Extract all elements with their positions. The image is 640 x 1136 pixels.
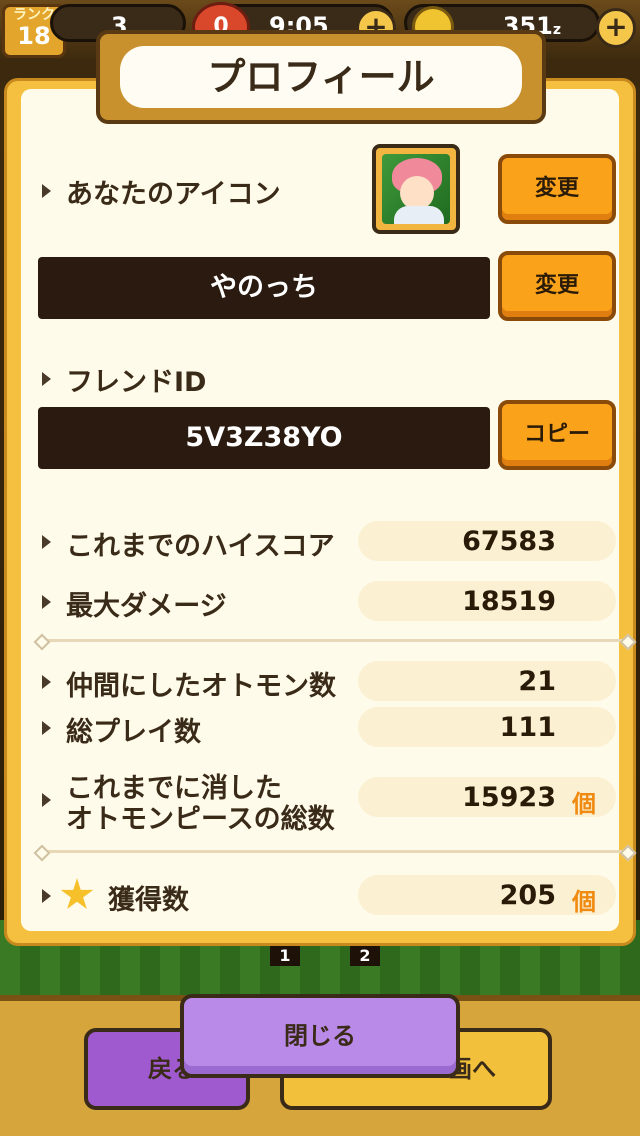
stat-value-pill [358,661,616,701]
page-indicator-2[interactable]: 2 [350,946,380,966]
stat-label: 仲間にしたオトモン数 [66,671,336,702]
stat-value: 15923 [462,782,556,813]
add-coins-button[interactable]: + [596,8,636,48]
stat-label: 最大ダメージ [66,591,227,622]
stat-value: 205 [499,880,556,911]
bullet-icon [42,595,51,609]
stat-value-pill [358,707,616,747]
stat-label: これまでのハイスコア [66,531,335,562]
rank-value: 18 [17,22,51,50]
change-name-button[interactable]: 変更 [498,251,616,321]
bullet-icon [42,793,51,807]
stat-value: 67583 [462,526,556,557]
bullet-icon [42,372,51,386]
stat-unit: 個 [572,888,596,916]
avatar-face [400,176,434,210]
title-plate: プロフィール [96,30,546,124]
coin-unit: z [552,22,561,38]
friend-id-field: 5V3Z38YO [38,407,490,469]
stat-value: 111 [499,712,556,743]
divider [40,850,630,853]
bullet-icon [42,535,51,549]
page-title: プロフィール [120,46,522,108]
stat-value: 21 [518,666,556,697]
icon-label: あなたのアイコン [66,179,281,210]
friend-id-label: フレンドID [66,367,207,398]
copy-button[interactable]: コピー [498,400,616,470]
change-icon-button[interactable]: 変更 [498,154,616,224]
avatar [372,144,460,234]
close-button[interactable]: 閉じる [180,994,460,1078]
page-indicator-1[interactable]: 1 [270,946,300,966]
divider [40,639,630,642]
stat-label: 総プレイ数 [66,717,201,748]
player-name: やのっち [38,257,490,319]
stat-label: 獲得数 [108,885,189,916]
stat-unit: 個 [572,790,596,818]
stat-label-line2: オトモンピースの総数 [66,804,335,835]
avatar-portrait [382,154,450,224]
bullet-icon [42,889,51,903]
bullet-icon [42,184,51,198]
avatar-body [394,206,444,224]
bullet-icon [42,721,51,735]
stat-value: 18519 [462,586,556,617]
bullet-icon [42,675,51,689]
